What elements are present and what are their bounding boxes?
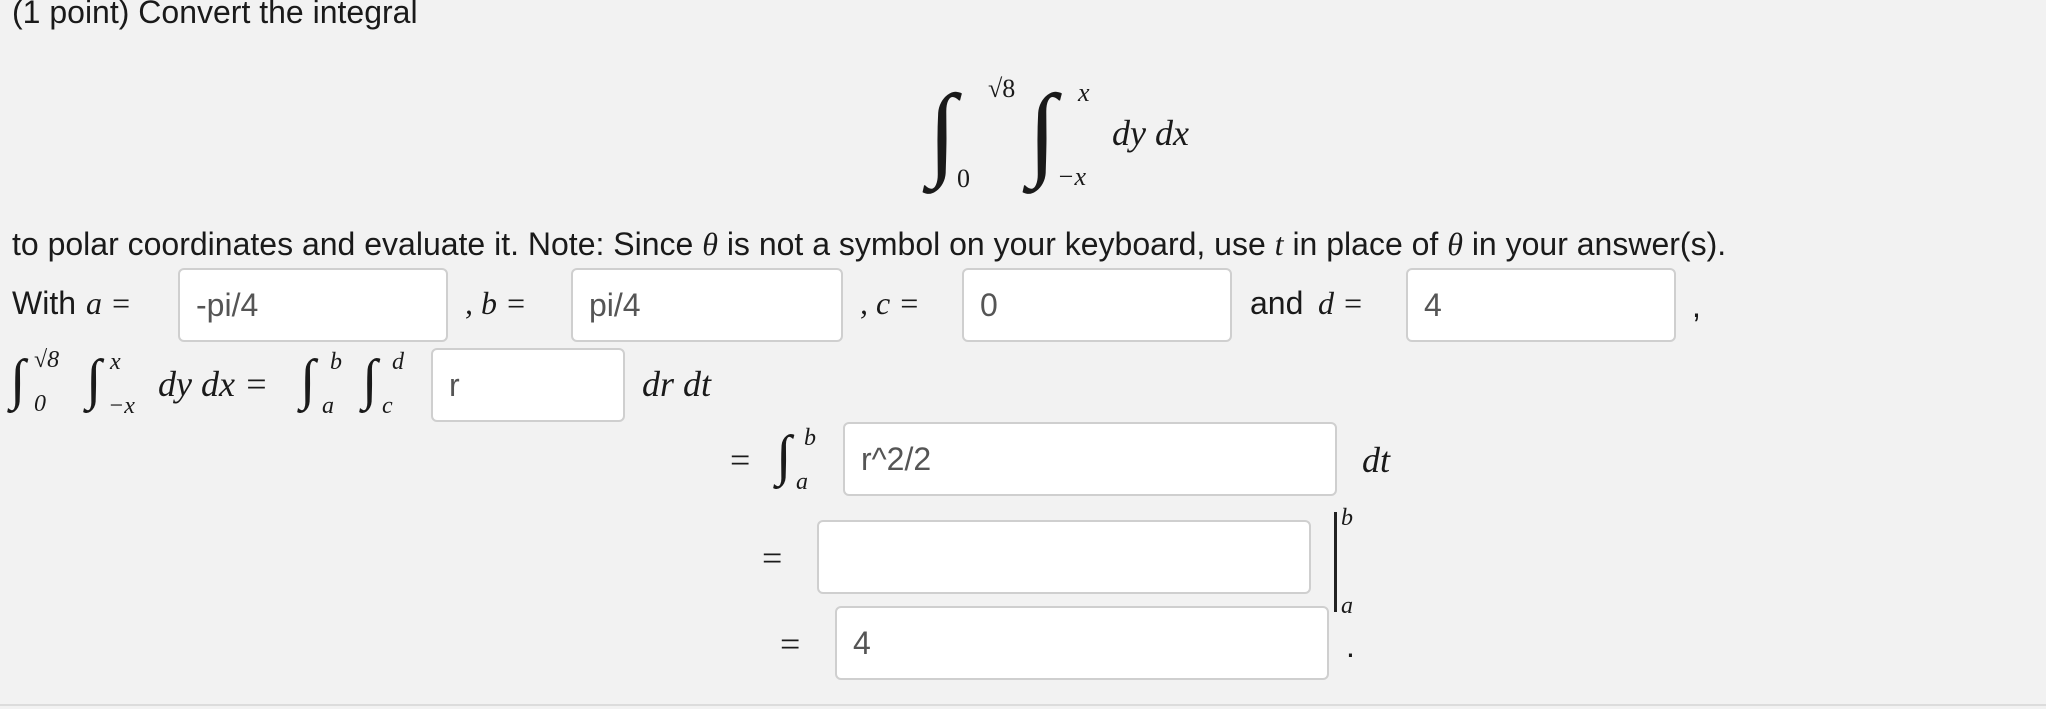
instruction-part2: is not a symbol on your keyboard, use	[717, 226, 1275, 262]
with-label: With	[12, 285, 76, 321]
display-integrand: dy dx	[1112, 113, 1189, 153]
d-label: d =	[1318, 285, 1364, 321]
problem-header: (1 point) Convert the integral	[12, 0, 418, 30]
rhs-upper-b: b	[330, 349, 342, 375]
row2-upper-b: b	[804, 425, 816, 451]
rhs-lower-a: a	[322, 393, 334, 419]
d-input[interactable]	[1406, 268, 1676, 342]
dr-dt-label: dr dt	[642, 364, 712, 404]
bottom-divider	[0, 704, 2046, 706]
rhs-outer-integral-sign: ∫	[300, 349, 316, 411]
outer-upper-limit: √8	[988, 74, 1016, 103]
eval-lower-a: a	[1341, 593, 1353, 619]
evaluation-bar	[1334, 512, 1337, 612]
instruction-part3: in place of	[1283, 226, 1448, 262]
b-label: , b =	[465, 285, 527, 321]
lhs-inner-upper: x	[110, 349, 121, 375]
outer-lower-limit: 0	[957, 164, 970, 193]
lhs-outer-integral-sign: ∫	[10, 349, 26, 411]
lhs-integrand: dy dx =	[158, 364, 269, 404]
equals-1: =	[730, 440, 751, 480]
outer-integral-sign: ∫	[928, 74, 957, 189]
final-answer-input[interactable]	[835, 606, 1329, 680]
inner-lower-limit: −x	[1057, 162, 1087, 191]
row2-integral-sign: ∫	[776, 425, 792, 487]
a-label: a =	[86, 285, 132, 321]
a-input[interactable]	[178, 268, 448, 342]
b-input[interactable]	[571, 268, 843, 342]
dt-label: dt	[1362, 440, 1391, 480]
lhs-inner-lower: −x	[108, 393, 135, 419]
c-label: , c =	[860, 285, 920, 321]
c-input[interactable]	[962, 268, 1232, 342]
lhs-outer-upper: √8	[34, 347, 60, 373]
lhs-outer-lower: 0	[34, 391, 46, 417]
instruction-text: to polar coordinates and evaluate it. No…	[12, 224, 1726, 264]
equals-3: =	[780, 624, 801, 664]
trailing-comma: ,	[1692, 288, 1701, 324]
row2-lower-a: a	[796, 469, 808, 495]
rhs-inner-integral-sign: ∫	[362, 349, 378, 411]
t-symbol: t	[1274, 226, 1284, 262]
inner-integral-sign: ∫	[1028, 74, 1057, 189]
rhs-upper-d: d	[392, 349, 404, 375]
equals-2: =	[762, 538, 783, 578]
instruction-part4: in your answer(s).	[1462, 226, 1727, 262]
and-label: and	[1250, 285, 1304, 321]
final-period: .	[1346, 628, 1355, 664]
theta-symbol-2: θ	[1447, 226, 1463, 262]
antiderivative-input[interactable]	[817, 520, 1311, 594]
rhs-lower-c: c	[382, 393, 393, 419]
inner-upper-limit: x	[1078, 78, 1090, 107]
inner-result-input[interactable]	[843, 422, 1337, 496]
theta-symbol: θ	[702, 226, 718, 262]
eval-upper-b: b	[1341, 505, 1353, 531]
lhs-inner-integral-sign: ∫	[86, 349, 102, 411]
integrand-input[interactable]	[431, 348, 625, 422]
instruction-part1: to polar coordinates and evaluate it. No…	[12, 226, 703, 262]
